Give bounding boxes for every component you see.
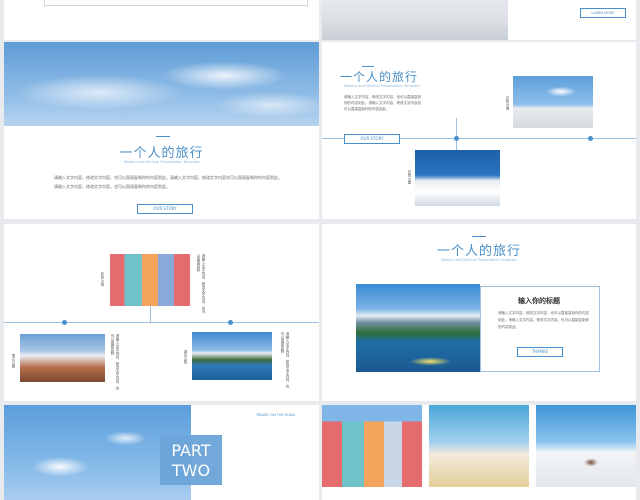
body-text-1: 请输入文字内容，修改文字内容，也可以直接复制你的内容到此。请输入文字内容，修改文… (54, 175, 282, 180)
slide-7[interactable]: PART TWO TRAVEL ON THE ROAD (4, 405, 319, 500)
timeline-line (4, 322, 319, 323)
slide-1[interactable] (4, 0, 319, 40)
slide-5[interactable]: 彩色小镇 请输入文字内容，修改文字内容，也可以直接复制 雪山公路 请输入文字内容… (4, 224, 319, 401)
part-label: PART (171, 441, 211, 460)
body-text-2: 请输入文字内容，修改文字内容，也可以直接复制你的内容到此。 (54, 184, 170, 189)
white-beach-person-image (536, 405, 636, 487)
title-dash (472, 236, 486, 237)
our-story-button[interactable]: OUR STORY (344, 134, 400, 144)
colorful-town-image (322, 405, 422, 487)
kayak-lake-image (356, 284, 480, 372)
two-label: TWO (171, 461, 211, 480)
slide-title: 一个人的旅行 (119, 146, 204, 161)
white-beach-image (513, 76, 593, 128)
label-mountain-road: 雪山公路 (12, 354, 16, 368)
label-lake-mountain: 湖光山色 (184, 350, 188, 364)
timeline-dot (454, 136, 459, 141)
slide-3[interactable]: 一个人的旅行 Modern and Minimal Presentation T… (4, 42, 319, 219)
card-title: 输入你的标题 (518, 297, 560, 305)
slide-6[interactable]: 一个人的旅行 Modern and Minimal Presentation T… (322, 224, 636, 401)
label-colorful-town: 彩色小镇 (101, 272, 105, 286)
title-dash (362, 66, 374, 67)
vertical-text-a: 请输入文字内容，修改文字内容，也可以直接复制 (197, 254, 206, 314)
colorful-town-image (110, 254, 190, 306)
our-story-button[interactable]: OUR STORY (137, 204, 193, 214)
grass-beach-image (429, 405, 529, 487)
tagline: TRAVEL ON THE ROAD (256, 413, 296, 417)
slide-title: 一个人的旅行 (340, 70, 419, 84)
santorini-image (415, 150, 500, 206)
learn-more-button[interactable]: LEARN MORE (580, 8, 626, 18)
slide-subtitle: Modern and Minimal Presentation Template (344, 84, 420, 88)
slide-subtitle: Modern and Minimal Presentation Template (441, 258, 517, 262)
slide-subtitle: Modern and Minimal Presentation Template (123, 160, 200, 164)
slide-title: 一个人的旅行 (436, 244, 521, 259)
label-white-beach: 白色沙滩 (506, 96, 510, 110)
vertical-text-c: 请输入文字内容，修改文字内容，也可以直接复制 (281, 332, 290, 388)
slide-2[interactable]: LEARN MORE (322, 0, 636, 40)
label-white-house: 白色小屋 (408, 170, 412, 184)
card-body-text: 请输入文字内容，修改文字内容，也可以直接复制你的内容到此。请输入文字内容，修改文… (498, 311, 589, 329)
thanks-button[interactable]: THANKS (517, 347, 563, 357)
sky-clouds-image (4, 42, 319, 126)
timeline-dot-right (228, 320, 233, 325)
lake-mountain-image (192, 332, 272, 380)
timeline-vertical (150, 306, 151, 322)
title-dash (156, 136, 170, 137)
body-text: 请输入文字内容，修改文字内容，也可以直接复制你的内容到此。请输入文字内容，修改文… (344, 95, 421, 111)
snow-mountain-road-image (20, 334, 105, 382)
timeline-dot-right (588, 136, 593, 141)
slide-4[interactable]: 一个人的旅行 Modern and Minimal Presentation T… (322, 42, 636, 219)
vertical-text-b: 请输入文字内容，修改文字内容，也可以直接复制 (111, 334, 120, 390)
slide-8[interactable] (322, 405, 636, 500)
timeline-dot-left (62, 320, 67, 325)
salt-flat-image (322, 0, 508, 40)
frame-border (44, 0, 308, 6)
